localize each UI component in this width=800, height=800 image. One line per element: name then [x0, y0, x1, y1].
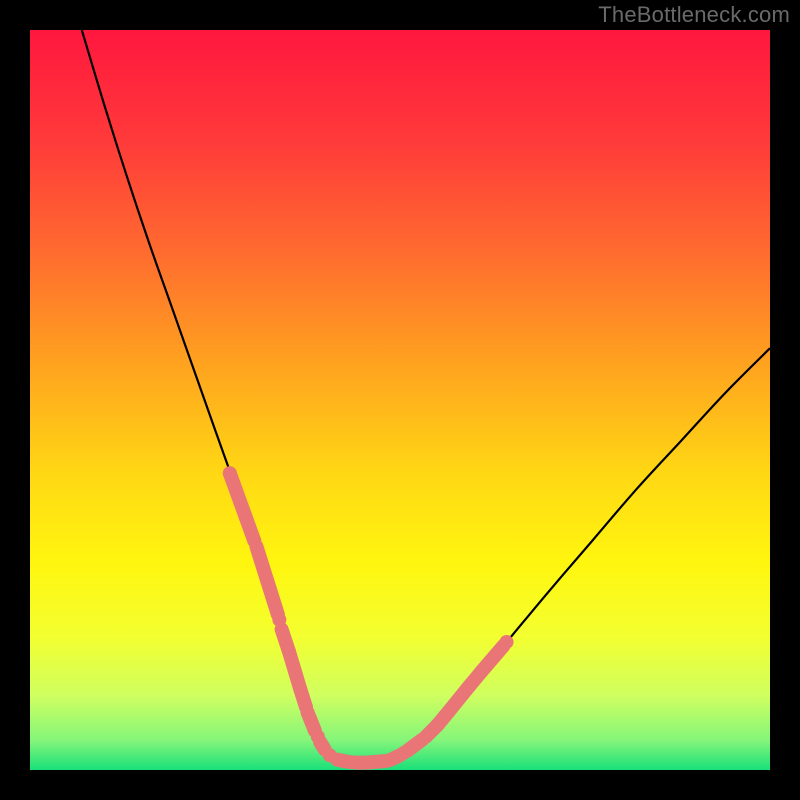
highlight-point [382, 753, 396, 767]
highlight-point [397, 746, 411, 760]
chart-frame: TheBottleneck.com [0, 0, 800, 800]
gradient-bg [30, 30, 770, 770]
highlight-point [272, 613, 286, 627]
highlight-point [299, 700, 313, 714]
highlight-point [345, 755, 359, 769]
highlight-point [223, 466, 237, 480]
highlight-point [361, 756, 375, 770]
highlight-segment [407, 740, 422, 751]
chart-svg [30, 30, 770, 770]
highlight-point [323, 748, 337, 762]
highlight-point [247, 534, 261, 548]
plot-area [30, 30, 770, 770]
watermark: TheBottleneck.com [598, 2, 790, 28]
highlight-point [430, 719, 444, 733]
highlight-segment [308, 712, 315, 731]
highlight-point [311, 730, 325, 744]
highlight-point [500, 635, 514, 649]
